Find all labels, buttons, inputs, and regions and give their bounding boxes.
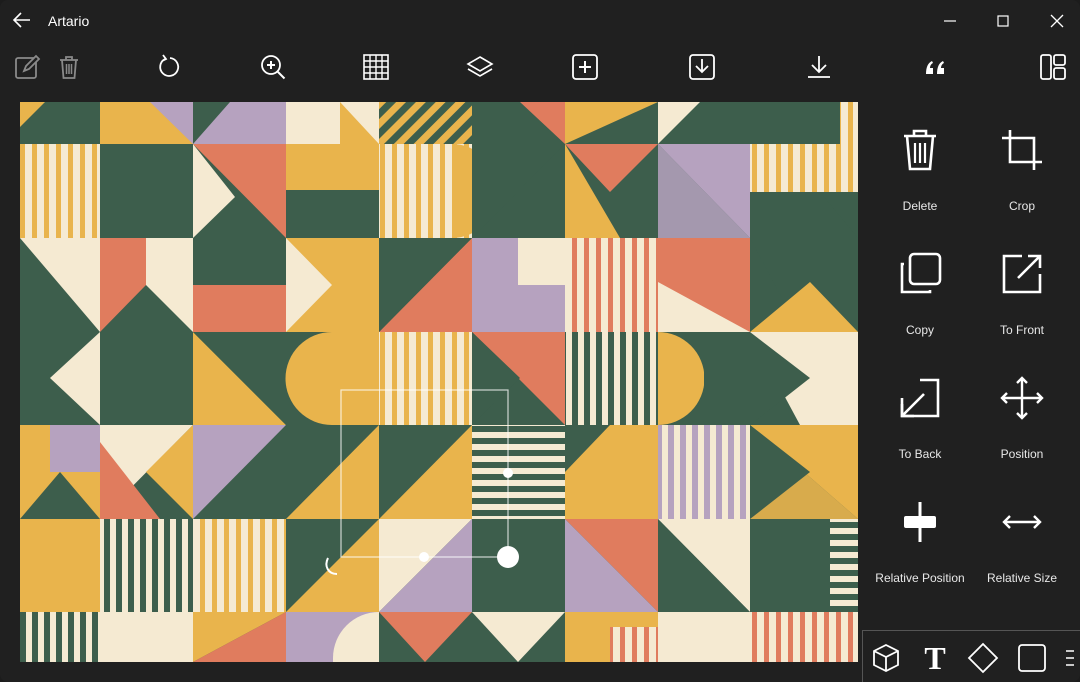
text-tool-glyph: T (924, 640, 946, 676)
square-icon (1018, 644, 1046, 672)
position-button[interactable]: Position (972, 348, 1072, 466)
grid-icon (363, 54, 389, 80)
back-arrow-icon (12, 12, 30, 28)
rotate-icon (159, 54, 180, 77)
diamond-icon (967, 642, 999, 674)
relative-position-label: Relative Position (875, 571, 965, 585)
more-lines-icon (1066, 650, 1074, 666)
layout-button[interactable] (1036, 50, 1070, 84)
download-icon (808, 56, 830, 78)
copy-icon (900, 252, 942, 294)
layout-icon (1040, 54, 1066, 80)
copy-button[interactable]: Copy (870, 224, 970, 342)
to-back-button[interactable]: To Back (870, 348, 970, 466)
zoom-in-button[interactable] (256, 50, 290, 84)
title-bar: Artario (0, 0, 1080, 42)
shape-toolbar: T (862, 630, 1080, 682)
grid-button[interactable] (359, 50, 393, 84)
crop-icon (1002, 130, 1042, 170)
more-tools-button[interactable] (1063, 641, 1077, 675)
copy-label: Copy (905, 323, 934, 337)
to-front-button[interactable]: To Front (972, 224, 1072, 342)
relative-position-button[interactable]: Relative Position (870, 472, 970, 590)
to-back-label: To Back (898, 447, 942, 461)
resize-handle-right[interactable] (503, 468, 513, 478)
import-icon (689, 54, 715, 80)
minimize-icon (944, 20, 956, 22)
to-back-icon (900, 378, 940, 418)
trash-toolbar-button[interactable] (52, 50, 86, 84)
close-button[interactable] (1044, 8, 1070, 34)
zoom-in-icon (261, 55, 286, 80)
cube-tool-button[interactable] (869, 641, 903, 675)
crop-label: Crop (1008, 199, 1035, 213)
layers-icon (466, 56, 494, 77)
quote-icon (926, 61, 944, 74)
delete-label: Delete (902, 199, 938, 213)
relative-position-icon (904, 502, 936, 542)
rotate-button[interactable] (152, 50, 186, 84)
text-tool-button[interactable]: T (918, 641, 952, 675)
maximize-button[interactable] (990, 8, 1016, 34)
back-button[interactable] (10, 8, 34, 32)
edit-icon (15, 54, 41, 79)
resize-handle-bottom[interactable] (419, 552, 429, 562)
cube-icon (873, 643, 899, 673)
import-button[interactable] (685, 50, 719, 84)
top-toolbar (0, 44, 1080, 92)
trash-icon (904, 129, 936, 171)
position-label: Position (1000, 447, 1044, 461)
to-front-icon (1002, 254, 1042, 294)
delete-button[interactable]: Delete (870, 100, 970, 218)
resize-handle-corner[interactable] (497, 546, 519, 568)
download-button[interactable] (802, 50, 836, 84)
crop-button[interactable]: Crop (972, 100, 1072, 218)
app-title: Artario (48, 13, 90, 29)
relative-size-icon (1002, 515, 1042, 529)
actions-panel: Delete Crop Copy To Front To Back Positi… (870, 100, 1080, 630)
geometric-pattern-image (20, 102, 858, 662)
trash-icon (60, 56, 78, 79)
app-window: Artario Delete Crop Copy To Front To Bac… (0, 0, 1080, 682)
quote-button[interactable] (919, 50, 953, 84)
maximize-icon (997, 15, 1009, 27)
to-front-label: To Front (999, 323, 1044, 337)
move-arrows-icon (1000, 376, 1044, 420)
edit-button[interactable] (10, 50, 44, 84)
relative-size-button[interactable]: Relative Size (972, 472, 1072, 590)
relative-size-label: Relative Size (986, 571, 1058, 585)
artwork-canvas[interactable] (20, 102, 858, 662)
minimize-button[interactable] (937, 8, 963, 34)
layers-button[interactable] (463, 50, 497, 84)
diamond-tool-button[interactable] (966, 641, 1000, 675)
add-button[interactable] (568, 50, 602, 84)
close-icon (1050, 14, 1064, 28)
add-square-icon (572, 54, 598, 80)
square-tool-button[interactable] (1015, 641, 1049, 675)
